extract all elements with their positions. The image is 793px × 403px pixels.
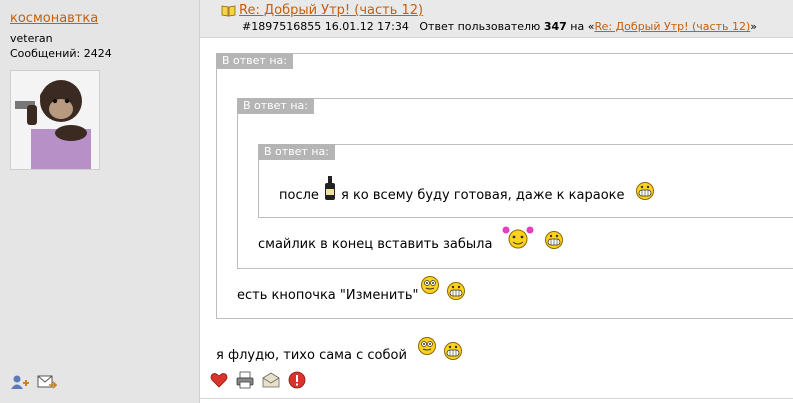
post-title-link[interactable]: Re: Добрый Утр! (часть 12) [239, 3, 423, 18]
grin-smiley-icon [544, 230, 564, 253]
add-friend-icon[interactable] [10, 374, 30, 390]
send-message-icon[interactable] [37, 374, 58, 390]
heart-icon[interactable] [210, 371, 228, 389]
author-message-count: Сообщений: 2424 [10, 47, 112, 60]
author-sidebar: космонавтка veteran Сообщений: 2424 [0, 0, 200, 403]
inner-quote-text-after: я ко всему буду готовая, даже к караоке [341, 188, 625, 203]
girl-smiley-icon [501, 224, 535, 253]
grin-smiley-icon [635, 181, 655, 204]
print-icon[interactable] [236, 371, 254, 389]
inner-quote-text-before: после [279, 188, 319, 203]
reply-user[interactable]: 347 [544, 20, 567, 33]
post-header: Re: Добрый Утр! (часть 12) #1897516855 1… [200, 0, 793, 38]
bottle-smiley-icon [323, 175, 337, 204]
quote-inner: В ответ на: [258, 144, 793, 218]
author-rank: veteran [10, 32, 53, 45]
outer-quote-text: есть кнопочка "Изменить" [237, 288, 419, 303]
wink-smiley-icon [417, 336, 437, 359]
middle-quote-text: смайлик в конец вставить забыла [258, 237, 493, 252]
mail-icon[interactable] [262, 371, 280, 389]
reply-on: на « [570, 20, 595, 33]
grin-smiley-icon [446, 281, 466, 304]
author-avatar[interactable] [10, 70, 100, 170]
wink-smiley-icon [420, 275, 440, 298]
post-id[interactable]: #1897516855 [242, 20, 321, 33]
author-name-link[interactable]: космонавтка [10, 11, 98, 26]
reply-prefix: Ответ пользователю [419, 20, 541, 33]
post-meta: #1897516855 16.01.12 17:34 Ответ пользов… [242, 20, 757, 33]
reply-text: я флудю, тихо сама с собой [216, 348, 407, 363]
quote-label: В ответ на: [216, 53, 293, 69]
report-icon[interactable] [288, 371, 306, 389]
post-datetime: 16.01.12 17:34 [324, 20, 409, 33]
book-icon [221, 4, 236, 17]
reply-suffix: » [750, 20, 757, 33]
quote-label: В ответ на: [258, 144, 335, 160]
quote-label: В ответ на: [237, 98, 314, 114]
grin-smiley-icon [443, 341, 463, 364]
reply-parent-link[interactable]: Re: Добрый Утр! (часть 12) [594, 20, 750, 33]
post-divider [200, 398, 793, 399]
